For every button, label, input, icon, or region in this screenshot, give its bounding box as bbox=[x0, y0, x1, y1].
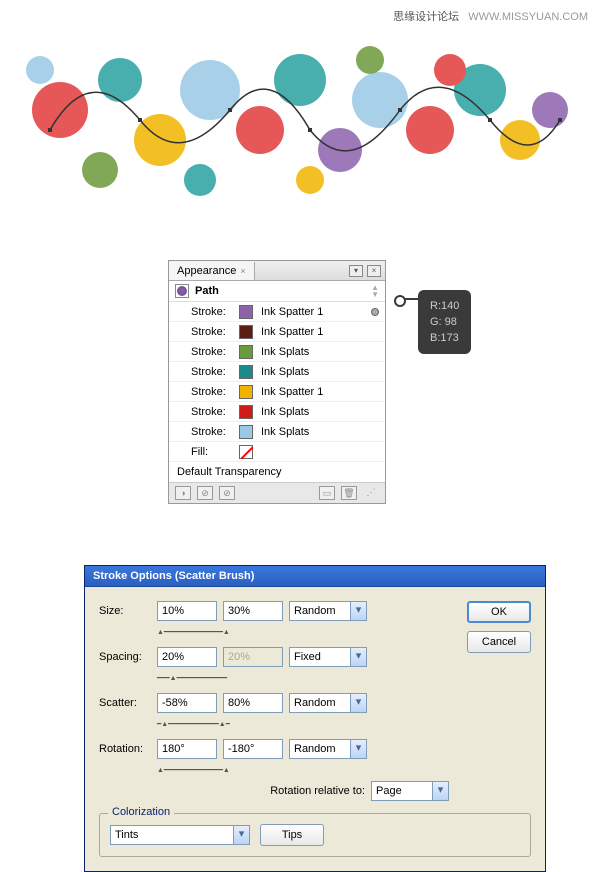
tab-label: Appearance bbox=[177, 265, 236, 277]
stroke-list: Stroke:Ink Spatter 1 Stroke:Ink Spatter … bbox=[169, 302, 385, 462]
trash-icon[interactable]: 🗑 bbox=[341, 486, 357, 500]
rotation-relative-row: Rotation relative to: Page▾ bbox=[99, 781, 531, 801]
swatch[interactable] bbox=[239, 325, 253, 339]
duplicate-icon[interactable]: ▭ bbox=[319, 486, 335, 500]
chevron-down-icon: ▾ bbox=[233, 826, 249, 844]
chevron-down-icon: ▾ bbox=[350, 694, 366, 712]
paint-splatter-artwork bbox=[0, 20, 600, 240]
rot-rel-label: Rotation relative to: bbox=[270, 785, 365, 797]
panel-menu-icon[interactable]: ▾ bbox=[349, 265, 363, 277]
chevron-down-icon: ▾ bbox=[350, 648, 366, 666]
swatch[interactable] bbox=[239, 385, 253, 399]
spacing-input-b bbox=[223, 647, 283, 667]
slider-icon[interactable]: ▲━━━━━━━━━━━━━━▲ bbox=[157, 767, 230, 774]
stroke-row[interactable]: Stroke:Ink Spatter 1 bbox=[169, 382, 385, 402]
ok-button[interactable]: OK bbox=[467, 601, 531, 623]
rotation-input-b[interactable] bbox=[223, 739, 283, 759]
chevron-down-icon: ▾ bbox=[350, 602, 366, 620]
dialog-title: Stroke Options (Scatter Brush) bbox=[85, 566, 545, 587]
resize-grip-icon[interactable]: ⋰ bbox=[363, 486, 379, 500]
tips-button[interactable]: Tips bbox=[260, 824, 324, 846]
scatter-label: Scatter: bbox=[99, 697, 151, 709]
size-input-b[interactable] bbox=[223, 601, 283, 621]
stroke-options-dialog: Stroke Options (Scatter Brush) OK Cancel… bbox=[84, 565, 546, 872]
spacing-input-a[interactable] bbox=[157, 647, 217, 667]
chevron-down-icon: ▾ bbox=[432, 782, 448, 800]
slider-icon[interactable]: ▲━━━━━━━━━━━━━━▲ bbox=[157, 629, 230, 636]
scatter-input-b[interactable] bbox=[223, 693, 283, 713]
spacing-label: Spacing: bbox=[99, 651, 151, 663]
stroke-row[interactable]: Stroke:Ink Spatter 1 bbox=[169, 322, 385, 342]
panel-header: Appearance × ▾ × bbox=[169, 261, 385, 281]
color-method-dropdown[interactable]: Tints▾ bbox=[110, 825, 250, 845]
stroke-row[interactable]: Stroke:Ink Splats bbox=[169, 402, 385, 422]
spacing-mode-dropdown[interactable]: Fixed▾ bbox=[289, 647, 367, 667]
rotation-mode-dropdown[interactable]: Random▾ bbox=[289, 739, 367, 759]
rotation-input-a[interactable] bbox=[157, 739, 217, 759]
reduce-icon[interactable]: ⊘ bbox=[219, 486, 235, 500]
swatch[interactable] bbox=[239, 305, 253, 319]
scroll-arrows-icon[interactable]: ▲▼ bbox=[371, 284, 379, 298]
swatch[interactable] bbox=[239, 425, 253, 439]
panel-close-icon[interactable]: × bbox=[367, 265, 381, 277]
rot-rel-dropdown[interactable]: Page▾ bbox=[371, 781, 449, 801]
stroke-row[interactable]: Stroke:Ink Splats bbox=[169, 422, 385, 442]
rgb-tooltip: R:140 G: 98 B:173 bbox=[418, 290, 471, 354]
fill-row[interactable]: Fill: bbox=[169, 442, 385, 462]
path-title: Path bbox=[195, 285, 219, 297]
stroke-row[interactable]: Stroke:Ink Spatter 1 bbox=[169, 302, 385, 322]
default-transparency[interactable]: Default Transparency bbox=[169, 462, 385, 483]
scatter-input-a[interactable] bbox=[157, 693, 217, 713]
clear-icon[interactable]: ⊘ bbox=[197, 486, 213, 500]
chevron-down-icon: ▾ bbox=[350, 740, 366, 758]
fill-none-swatch[interactable] bbox=[239, 445, 253, 459]
rotation-row: Rotation: Random▾ bbox=[99, 739, 531, 759]
appearance-tab[interactable]: Appearance × bbox=[169, 262, 255, 280]
size-mode-dropdown[interactable]: Random▾ bbox=[289, 601, 367, 621]
stroke-row[interactable]: Stroke:Ink Splats bbox=[169, 362, 385, 382]
scatter-mode-dropdown[interactable]: Random▾ bbox=[289, 693, 367, 713]
swatch[interactable] bbox=[239, 405, 253, 419]
stroke-row[interactable]: Stroke:Ink Splats bbox=[169, 342, 385, 362]
slider-icon[interactable]: ━▲━━━━━━━━━━━━▲━ bbox=[157, 721, 230, 728]
panel-footer: ◑ ⊘ ⊘ ▭ 🗑 ⋰ bbox=[169, 483, 385, 503]
swatch[interactable] bbox=[239, 365, 253, 379]
path-icon bbox=[175, 284, 189, 298]
appearance-panel: Appearance × ▾ × Path ▲▼ Stroke:Ink Spat… bbox=[168, 260, 386, 504]
slider-icon[interactable]: ━━━▲━━━━━━━━━━━━ bbox=[157, 675, 227, 682]
tab-close-icon[interactable]: × bbox=[240, 266, 245, 276]
rotation-label: Rotation: bbox=[99, 743, 151, 755]
scatter-row: Scatter: Random▾ bbox=[99, 693, 531, 713]
path-row[interactable]: Path ▲▼ bbox=[169, 281, 385, 302]
new-art-icon[interactable]: ◑ bbox=[175, 486, 191, 500]
cancel-button[interactable]: Cancel bbox=[467, 631, 531, 653]
colorization-legend: Colorization bbox=[108, 806, 174, 818]
swatch[interactable] bbox=[239, 345, 253, 359]
size-label: Size: bbox=[99, 605, 151, 617]
link-dot-icon[interactable] bbox=[371, 308, 379, 316]
size-input-a[interactable] bbox=[157, 601, 217, 621]
